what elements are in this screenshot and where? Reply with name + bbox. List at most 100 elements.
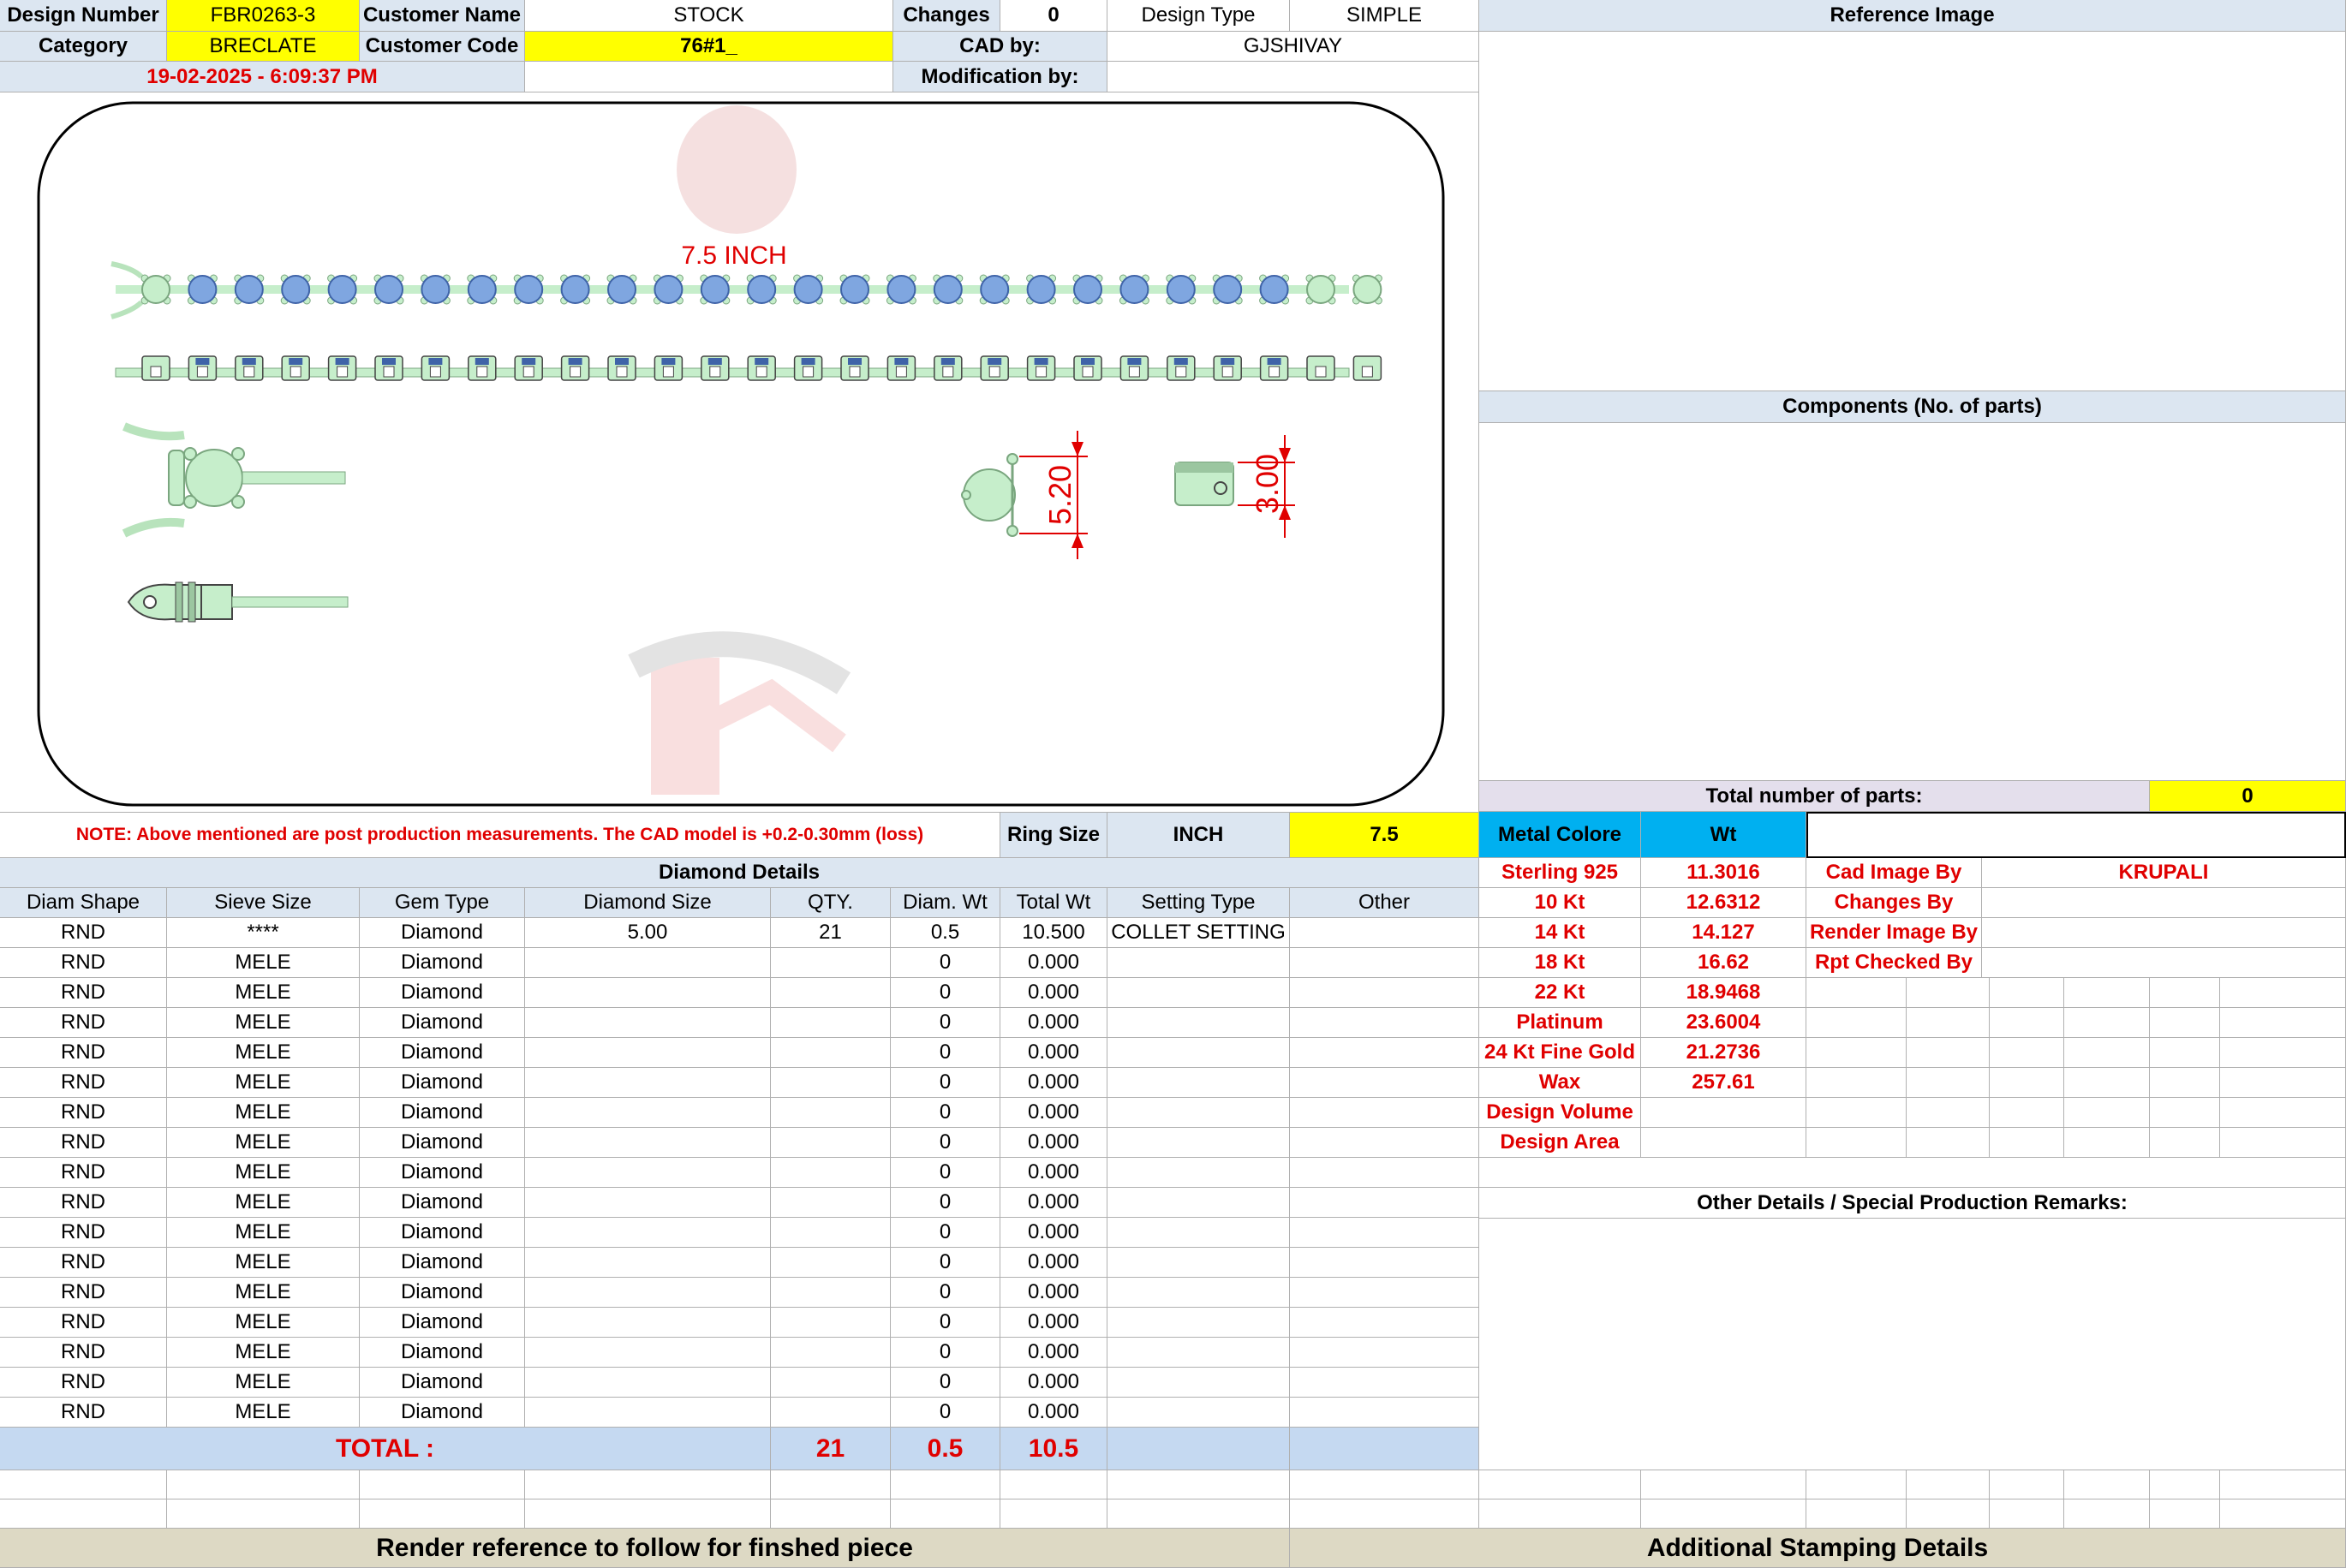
diamond-cell[interactable]	[1107, 1188, 1290, 1218]
diamond-cell[interactable]: 0.000	[1000, 1158, 1107, 1188]
diamond-cell[interactable]: 0	[891, 1188, 1000, 1218]
diamond-cell[interactable]: Diamond	[360, 1128, 525, 1158]
diamond-cell[interactable]: 0	[891, 978, 1000, 1008]
blank-cell[interactable]	[1990, 1470, 2064, 1499]
diamond-cell[interactable]: RND	[0, 1218, 167, 1248]
metal-weight[interactable]: 18.9468	[1641, 978, 1806, 1008]
blank-cell[interactable]	[771, 1470, 891, 1499]
diamond-cell[interactable]: MELE	[167, 1068, 360, 1098]
diamond-cell[interactable]	[771, 1188, 891, 1218]
diamond-cell[interactable]	[1107, 1218, 1290, 1248]
metal-weight[interactable]: 257.61	[1641, 1068, 1806, 1098]
blank-cell[interactable]	[1806, 978, 1907, 1008]
blank-cell[interactable]	[2150, 1098, 2220, 1128]
blank-cell[interactable]	[360, 1499, 525, 1529]
diamond-cell[interactable]: RND	[0, 1008, 167, 1038]
diamond-cell[interactable]	[771, 1038, 891, 1068]
metal-weight[interactable]	[1641, 1128, 1806, 1158]
blank-cell[interactable]	[2150, 1068, 2220, 1098]
diamond-cell[interactable]: MELE	[167, 978, 360, 1008]
diamond-cell[interactable]	[1290, 1218, 1479, 1248]
diamond-cell[interactable]: 0	[891, 1248, 1000, 1278]
diamond-cell[interactable]: MELE	[167, 948, 360, 978]
diamond-cell[interactable]: MELE	[167, 1128, 360, 1158]
blank-cell[interactable]	[525, 1499, 771, 1529]
diamond-cell[interactable]: 5.00	[525, 918, 771, 948]
diamond-cell[interactable]	[771, 1308, 891, 1338]
diamond-cell[interactable]	[1290, 1038, 1479, 1068]
diamond-cell[interactable]	[1107, 1068, 1290, 1098]
diamond-cell[interactable]: RND	[0, 1098, 167, 1128]
diamond-cell[interactable]: RND	[0, 1398, 167, 1428]
diamond-cell[interactable]: 0.000	[1000, 1128, 1107, 1158]
blank-cell[interactable]	[1806, 1098, 1907, 1128]
diamond-cell[interactable]: 21	[771, 918, 891, 948]
blank-cell[interactable]	[1990, 1128, 2064, 1158]
blank-cell[interactable]	[2150, 978, 2220, 1008]
blank-cell[interactable]	[0, 1499, 167, 1529]
diamond-cell[interactable]: 0	[891, 1068, 1000, 1098]
diamond-cell[interactable]: 0.000	[1000, 1248, 1107, 1278]
blank-cell[interactable]	[1806, 1128, 1907, 1158]
diamond-cell[interactable]: Diamond	[360, 1038, 525, 1068]
diamond-cell[interactable]: 0.000	[1000, 1188, 1107, 1218]
blank-cell[interactable]	[1907, 1008, 1990, 1038]
diamond-cell[interactable]: MELE	[167, 1338, 360, 1368]
credit-value[interactable]	[1982, 888, 2346, 918]
diamond-cell[interactable]	[525, 1248, 771, 1278]
diamond-cell[interactable]	[771, 1158, 891, 1188]
blank-cell[interactable]	[1806, 1499, 1907, 1529]
diamond-cell[interactable]: 0.000	[1000, 1098, 1107, 1128]
blank-cell[interactable]	[1806, 1038, 1907, 1068]
diamond-cell[interactable]	[1290, 1278, 1479, 1308]
blank-cell[interactable]	[1907, 1499, 1990, 1529]
diamond-cell[interactable]: RND	[0, 1338, 167, 1368]
diamond-cell[interactable]: 0.000	[1000, 1398, 1107, 1428]
blank-cell[interactable]	[1000, 1470, 1107, 1499]
diamond-cell[interactable]	[525, 1128, 771, 1158]
credit-value[interactable]	[1982, 948, 2346, 978]
blank-cell[interactable]	[2220, 978, 2346, 1008]
blank-cell[interactable]	[1990, 1008, 2064, 1038]
diamond-cell[interactable]: 0	[891, 1368, 1000, 1398]
diamond-cell[interactable]: COLLET SETTING	[1107, 918, 1290, 948]
blank-cell[interactable]	[2064, 1008, 2150, 1038]
blank-cell[interactable]	[360, 1470, 525, 1499]
diamond-cell[interactable]	[1107, 1098, 1290, 1128]
diamond-cell[interactable]: RND	[0, 948, 167, 978]
diamond-cell[interactable]	[771, 1248, 891, 1278]
diamond-cell[interactable]	[1107, 1128, 1290, 1158]
diamond-cell[interactable]: Diamond	[360, 1398, 525, 1428]
diamond-cell[interactable]: 0	[891, 1128, 1000, 1158]
diamond-cell[interactable]: Diamond	[360, 1368, 525, 1398]
diamond-cell[interactable]: 0.000	[1000, 1308, 1107, 1338]
blank-cell[interactable]	[1907, 1128, 1990, 1158]
blank-cell[interactable]	[1290, 1499, 1479, 1529]
diamond-cell[interactable]	[525, 1308, 771, 1338]
modification-by-value[interactable]	[1107, 62, 1479, 92]
diamond-cell[interactable]: RND	[0, 1038, 167, 1068]
diamond-cell[interactable]: 0.000	[1000, 1278, 1107, 1308]
blank-cell[interactable]	[2064, 1128, 2150, 1158]
blank-cell[interactable]	[2064, 978, 2150, 1008]
diamond-cell[interactable]: 0	[891, 1008, 1000, 1038]
diamond-cell[interactable]	[1107, 1038, 1290, 1068]
diamond-cell[interactable]: Diamond	[360, 1338, 525, 1368]
cad-by-value[interactable]: GJSHIVAY	[1107, 32, 1479, 62]
diamond-cell[interactable]	[1290, 948, 1479, 978]
diamond-cell[interactable]	[525, 1278, 771, 1308]
diamond-cell[interactable]	[1290, 1128, 1479, 1158]
diamond-cell[interactable]: Diamond	[360, 1158, 525, 1188]
diamond-cell[interactable]	[771, 1098, 891, 1128]
blank-cell[interactable]	[891, 1499, 1000, 1529]
diamond-cell[interactable]: 0	[891, 1098, 1000, 1128]
diamond-cell[interactable]: RND	[0, 1368, 167, 1398]
diamond-cell[interactable]: Diamond	[360, 1248, 525, 1278]
diamond-cell[interactable]	[1107, 948, 1290, 978]
diamond-cell[interactable]	[771, 1368, 891, 1398]
diamond-cell[interactable]: MELE	[167, 1098, 360, 1128]
diamond-cell[interactable]	[1290, 918, 1479, 948]
blank-cell[interactable]	[167, 1470, 360, 1499]
diamond-cell[interactable]	[771, 1338, 891, 1368]
diamond-cell[interactable]: MELE	[167, 1398, 360, 1428]
